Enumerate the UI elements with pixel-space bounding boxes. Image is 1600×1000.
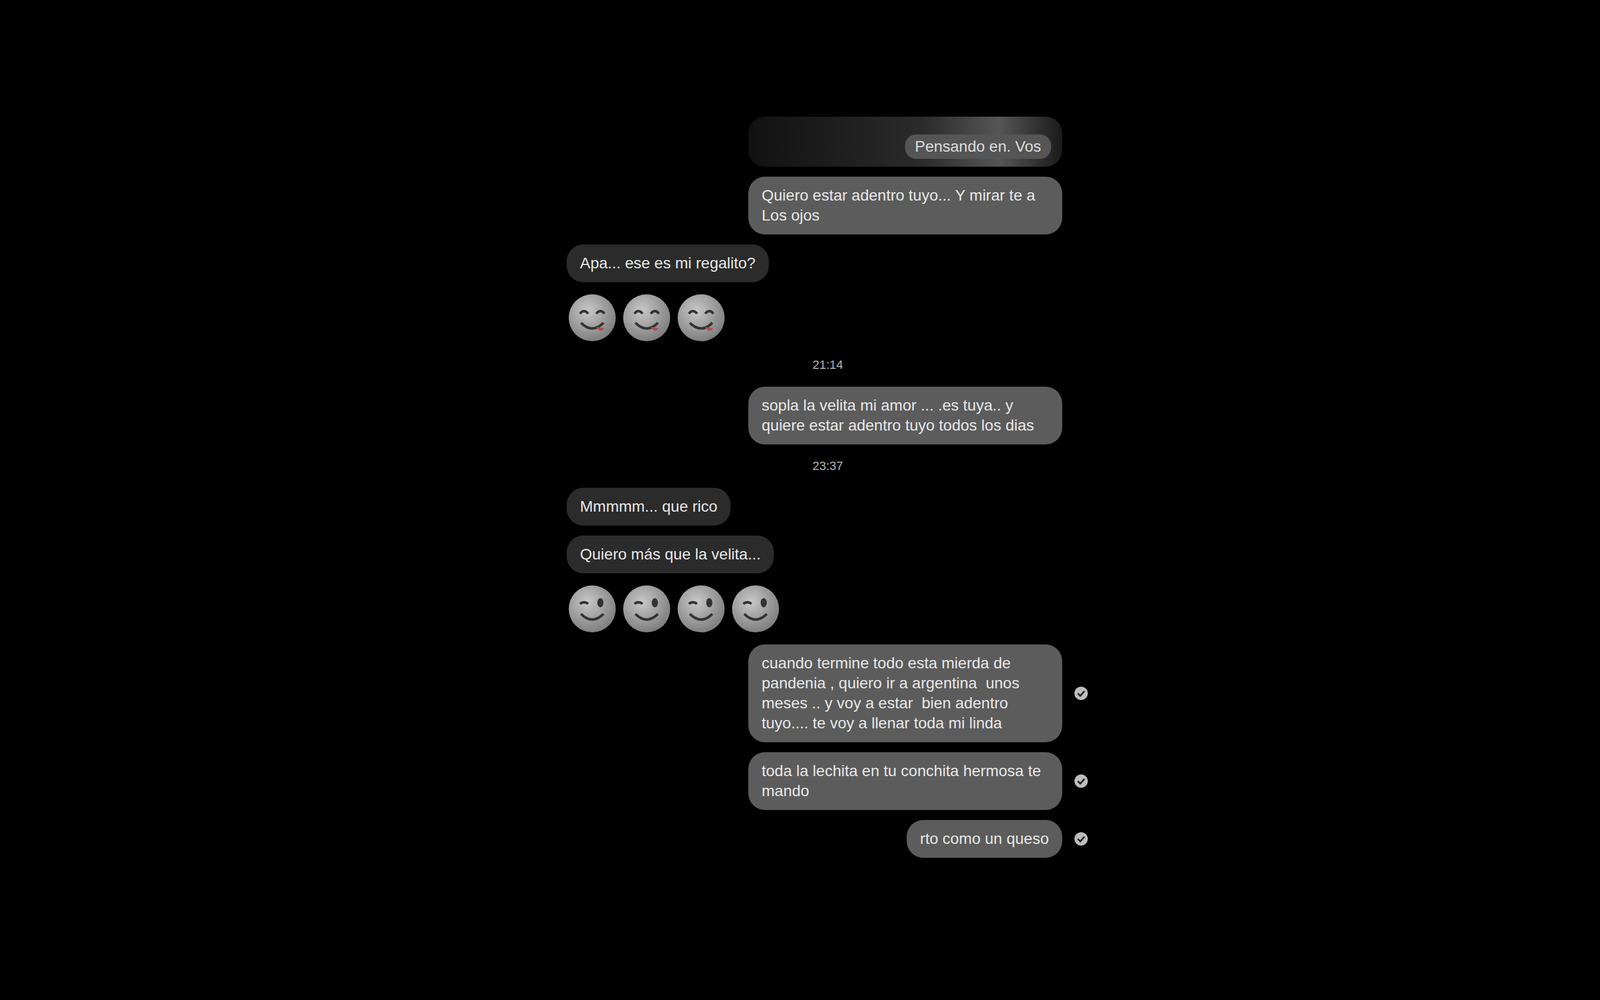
message-bubble[interactable]: Mmmmm... que rico [566,487,731,526]
yum-emoji-icon [675,292,727,344]
wink-emoji-icon [621,583,673,635]
wink-emoji-icon [675,583,727,635]
emoji-message[interactable] [566,583,782,635]
message-bubble[interactable]: toda la lechita en tu conchita hermosa t… [748,752,1063,810]
read-receipt-icon [1073,831,1089,847]
message-bubble[interactable]: cuando termine todo esta mierda de pande… [748,644,1063,743]
emoji-message[interactable] [566,292,727,344]
yum-emoji-icon [566,292,618,344]
read-receipt-icon [1073,685,1089,702]
chat-window: Pensando en. Vos Quiero estar adentro tuy… [0,0,1600,1000]
message-bubble[interactable]: Quiero más que la velita... [566,535,774,574]
message-thread: Pensando en. Vos Quiero estar adentro tuy… [566,0,1089,1000]
message-bubble[interactable]: Quiero estar adentro tuyo... Y mirar te … [748,176,1063,235]
photo-caption: Pensando en. Vos [905,134,1052,159]
message-bubble[interactable]: sopla la velita mi amor ... .es tuya.. y… [748,386,1063,445]
message-bubble[interactable]: rto como un queso [906,820,1063,858]
wink-emoji-icon [730,583,782,635]
message-bubble[interactable]: Apa... ese es mi regalito? [566,244,769,283]
photo-message[interactable]: Pensando en. Vos [748,116,1063,167]
read-receipt-icon [1073,773,1089,789]
timestamp: 21:14 [812,353,843,377]
timestamp: 23:37 [812,454,843,478]
wink-emoji-icon [566,583,618,635]
yum-emoji-icon [621,292,673,344]
